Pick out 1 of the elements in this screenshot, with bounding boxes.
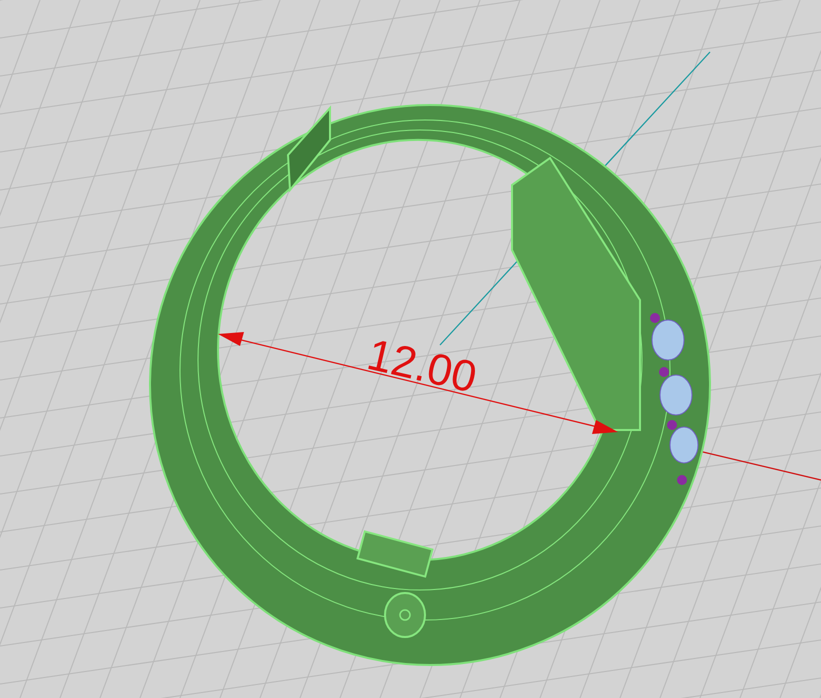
dimension-label: 12.00 (362, 330, 482, 403)
